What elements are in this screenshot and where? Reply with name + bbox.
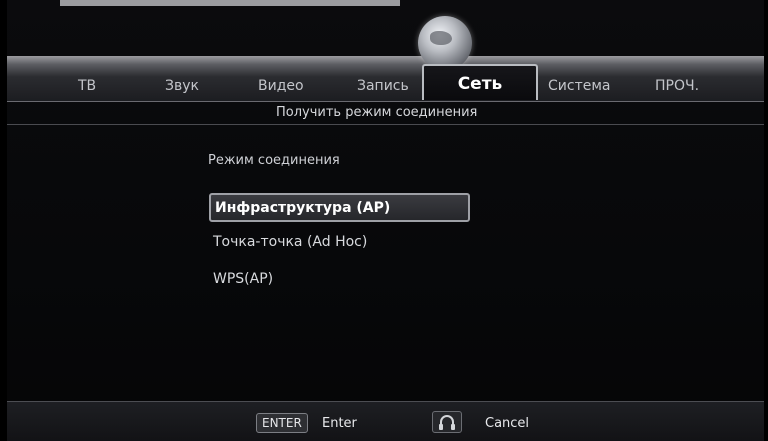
subtitle-divider [7,124,764,125]
tab-system[interactable]: Система [548,78,610,94]
option-infrastructure-label: Инфраструктура (AP) [215,200,391,216]
cancel-label: Cancel [485,416,530,431]
network-globe-icon [418,16,472,70]
tab-other[interactable]: ПРОЧ. [655,78,699,94]
tab-record[interactable]: Запись [357,78,409,94]
tab-bar-divider [7,101,764,102]
tab-sound[interactable]: Звук [165,78,199,94]
page-subtitle: Получить режим соединения [276,105,478,120]
tab-tv[interactable]: ТВ [78,78,96,94]
footer-bar [7,401,764,441]
tab-network[interactable]: Сеть [422,64,538,100]
tab-network-label: Сеть [457,74,503,94]
top-edge-decoration [60,0,400,6]
tv-menu-screen: ТВ Звук Видео Запись Сеть Система ПРОЧ. … [0,0,768,441]
connection-mode-heading: Режим соединения [208,153,340,168]
enter-key-badge[interactable]: ENTER [256,413,308,433]
cancel-key-badge[interactable] [432,411,462,433]
option-wps[interactable]: WPS(AP) [213,271,273,287]
headset-icon [439,415,455,430]
option-adhoc[interactable]: Точка-точка (Ad Hoc) [213,234,367,250]
enter-label: Enter [322,416,357,431]
option-infrastructure[interactable]: Инфраструктура (AP) [209,193,470,222]
tab-video[interactable]: Видео [258,78,304,94]
